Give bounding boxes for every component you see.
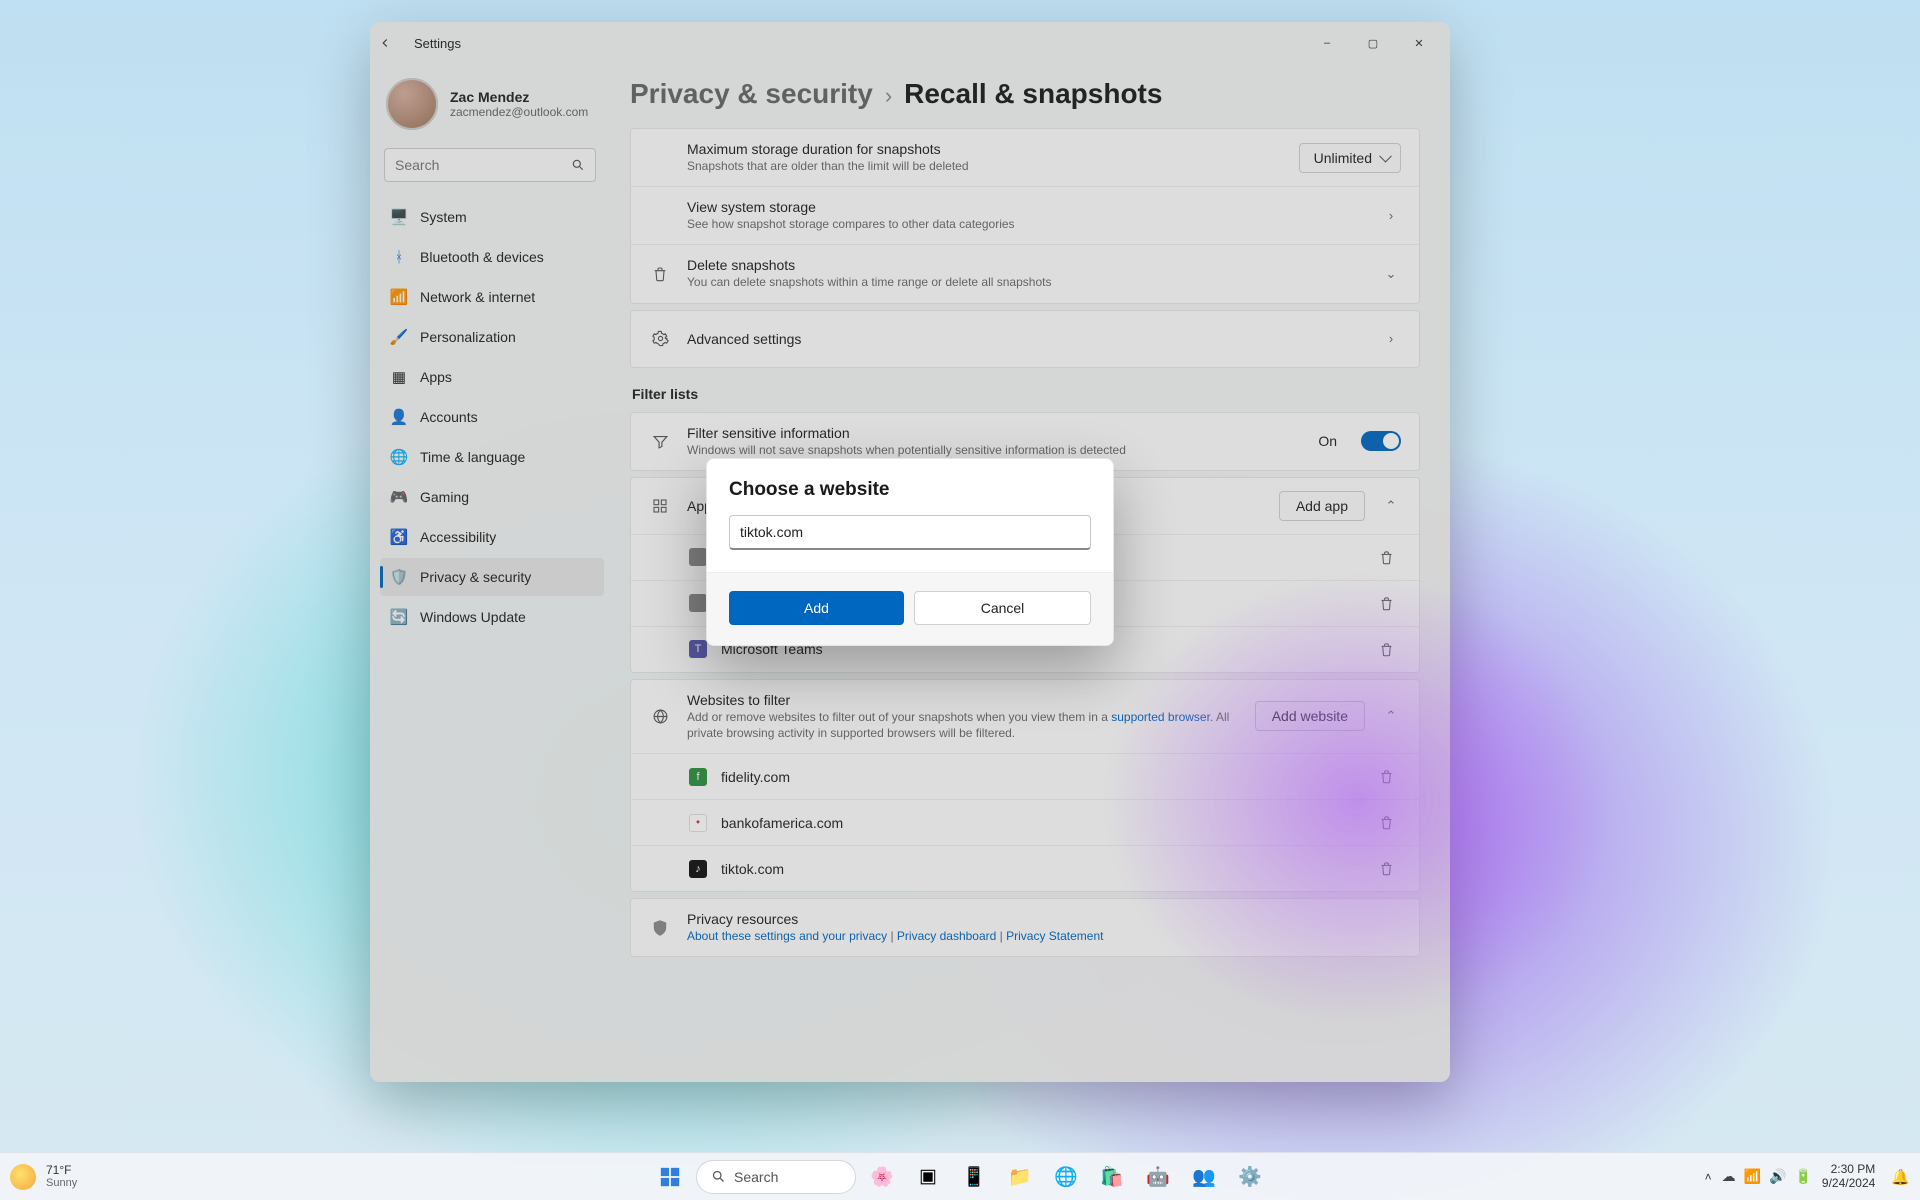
task-view-icon[interactable]: ▣ bbox=[908, 1157, 948, 1197]
add-app-button[interactable]: Add app bbox=[1279, 491, 1365, 521]
copilot-app-icon[interactable]: 🤖 bbox=[1138, 1157, 1178, 1197]
delete-app-button[interactable] bbox=[1379, 550, 1401, 565]
phone-link-icon[interactable]: 📱 bbox=[954, 1157, 994, 1197]
copilot-icon[interactable]: 🌸 bbox=[862, 1157, 902, 1197]
add-button[interactable]: Add bbox=[729, 591, 904, 625]
sun-icon bbox=[10, 1164, 36, 1190]
system-tray: ˄ ☁ 📶 🔊 🔋 2:30 PM 9/24/2024 🔔 bbox=[1705, 1163, 1910, 1191]
add-website-button[interactable]: Add website bbox=[1255, 701, 1365, 731]
delete-website-button[interactable] bbox=[1379, 815, 1401, 830]
delete-app-button[interactable] bbox=[1379, 642, 1401, 657]
onedrive-icon[interactable]: ☁ bbox=[1722, 1168, 1736, 1185]
teams-icon[interactable]: 👥 bbox=[1184, 1157, 1224, 1197]
taskbar-search[interactable]: Search bbox=[696, 1160, 856, 1194]
supported-browser-link[interactable]: supported browser bbox=[1111, 710, 1210, 724]
weather-widget[interactable]: 71°F Sunny bbox=[10, 1164, 77, 1190]
start-button[interactable] bbox=[650, 1157, 690, 1197]
delete-website-button[interactable] bbox=[1379, 861, 1401, 876]
website-url-input[interactable]: tiktok.com bbox=[729, 515, 1091, 550]
dialog-title: Choose a website bbox=[707, 459, 1113, 515]
file-explorer-icon[interactable]: 📁 bbox=[1000, 1157, 1040, 1197]
delete-app-button[interactable] bbox=[1379, 596, 1401, 611]
choose-website-dialog: Choose a website tiktok.com Add Cancel bbox=[706, 458, 1114, 646]
taskbar: 71°F Sunny Search 🌸 ▣ 📱 📁 🌐 🛍️ 🤖 👥 ⚙️ ˄ … bbox=[0, 1152, 1920, 1200]
notifications-icon[interactable]: 🔔 bbox=[1891, 1168, 1910, 1186]
cancel-button[interactable]: Cancel bbox=[914, 591, 1091, 625]
delete-website-button[interactable] bbox=[1379, 769, 1401, 784]
chevron-up-icon[interactable]: ⌃ bbox=[1381, 708, 1401, 724]
tray-chevron-icon[interactable]: ˄ bbox=[1705, 1170, 1712, 1184]
taskbar-center: Search 🌸 ▣ 📱 📁 🌐 🛍️ 🤖 👥 ⚙️ bbox=[650, 1157, 1270, 1197]
settings-window: Settings – ▢ ✕ Zac Mendez zacmendez@outl… bbox=[370, 22, 1450, 1082]
privacy-link-statement[interactable]: Privacy Statement bbox=[1006, 929, 1103, 943]
chevron-up-icon[interactable]: ⌃ bbox=[1381, 498, 1401, 514]
volume-icon[interactable]: 🔊 bbox=[1769, 1168, 1786, 1185]
network-tray-icon[interactable]: 📶 bbox=[1744, 1168, 1761, 1185]
settings-icon[interactable]: ⚙️ bbox=[1230, 1157, 1270, 1197]
edge-icon[interactable]: 🌐 bbox=[1046, 1157, 1086, 1197]
battery-icon[interactable]: 🔋 bbox=[1794, 1168, 1811, 1185]
clock[interactable]: 2:30 PM 9/24/2024 bbox=[1822, 1163, 1875, 1191]
store-icon[interactable]: 🛍️ bbox=[1092, 1157, 1132, 1197]
